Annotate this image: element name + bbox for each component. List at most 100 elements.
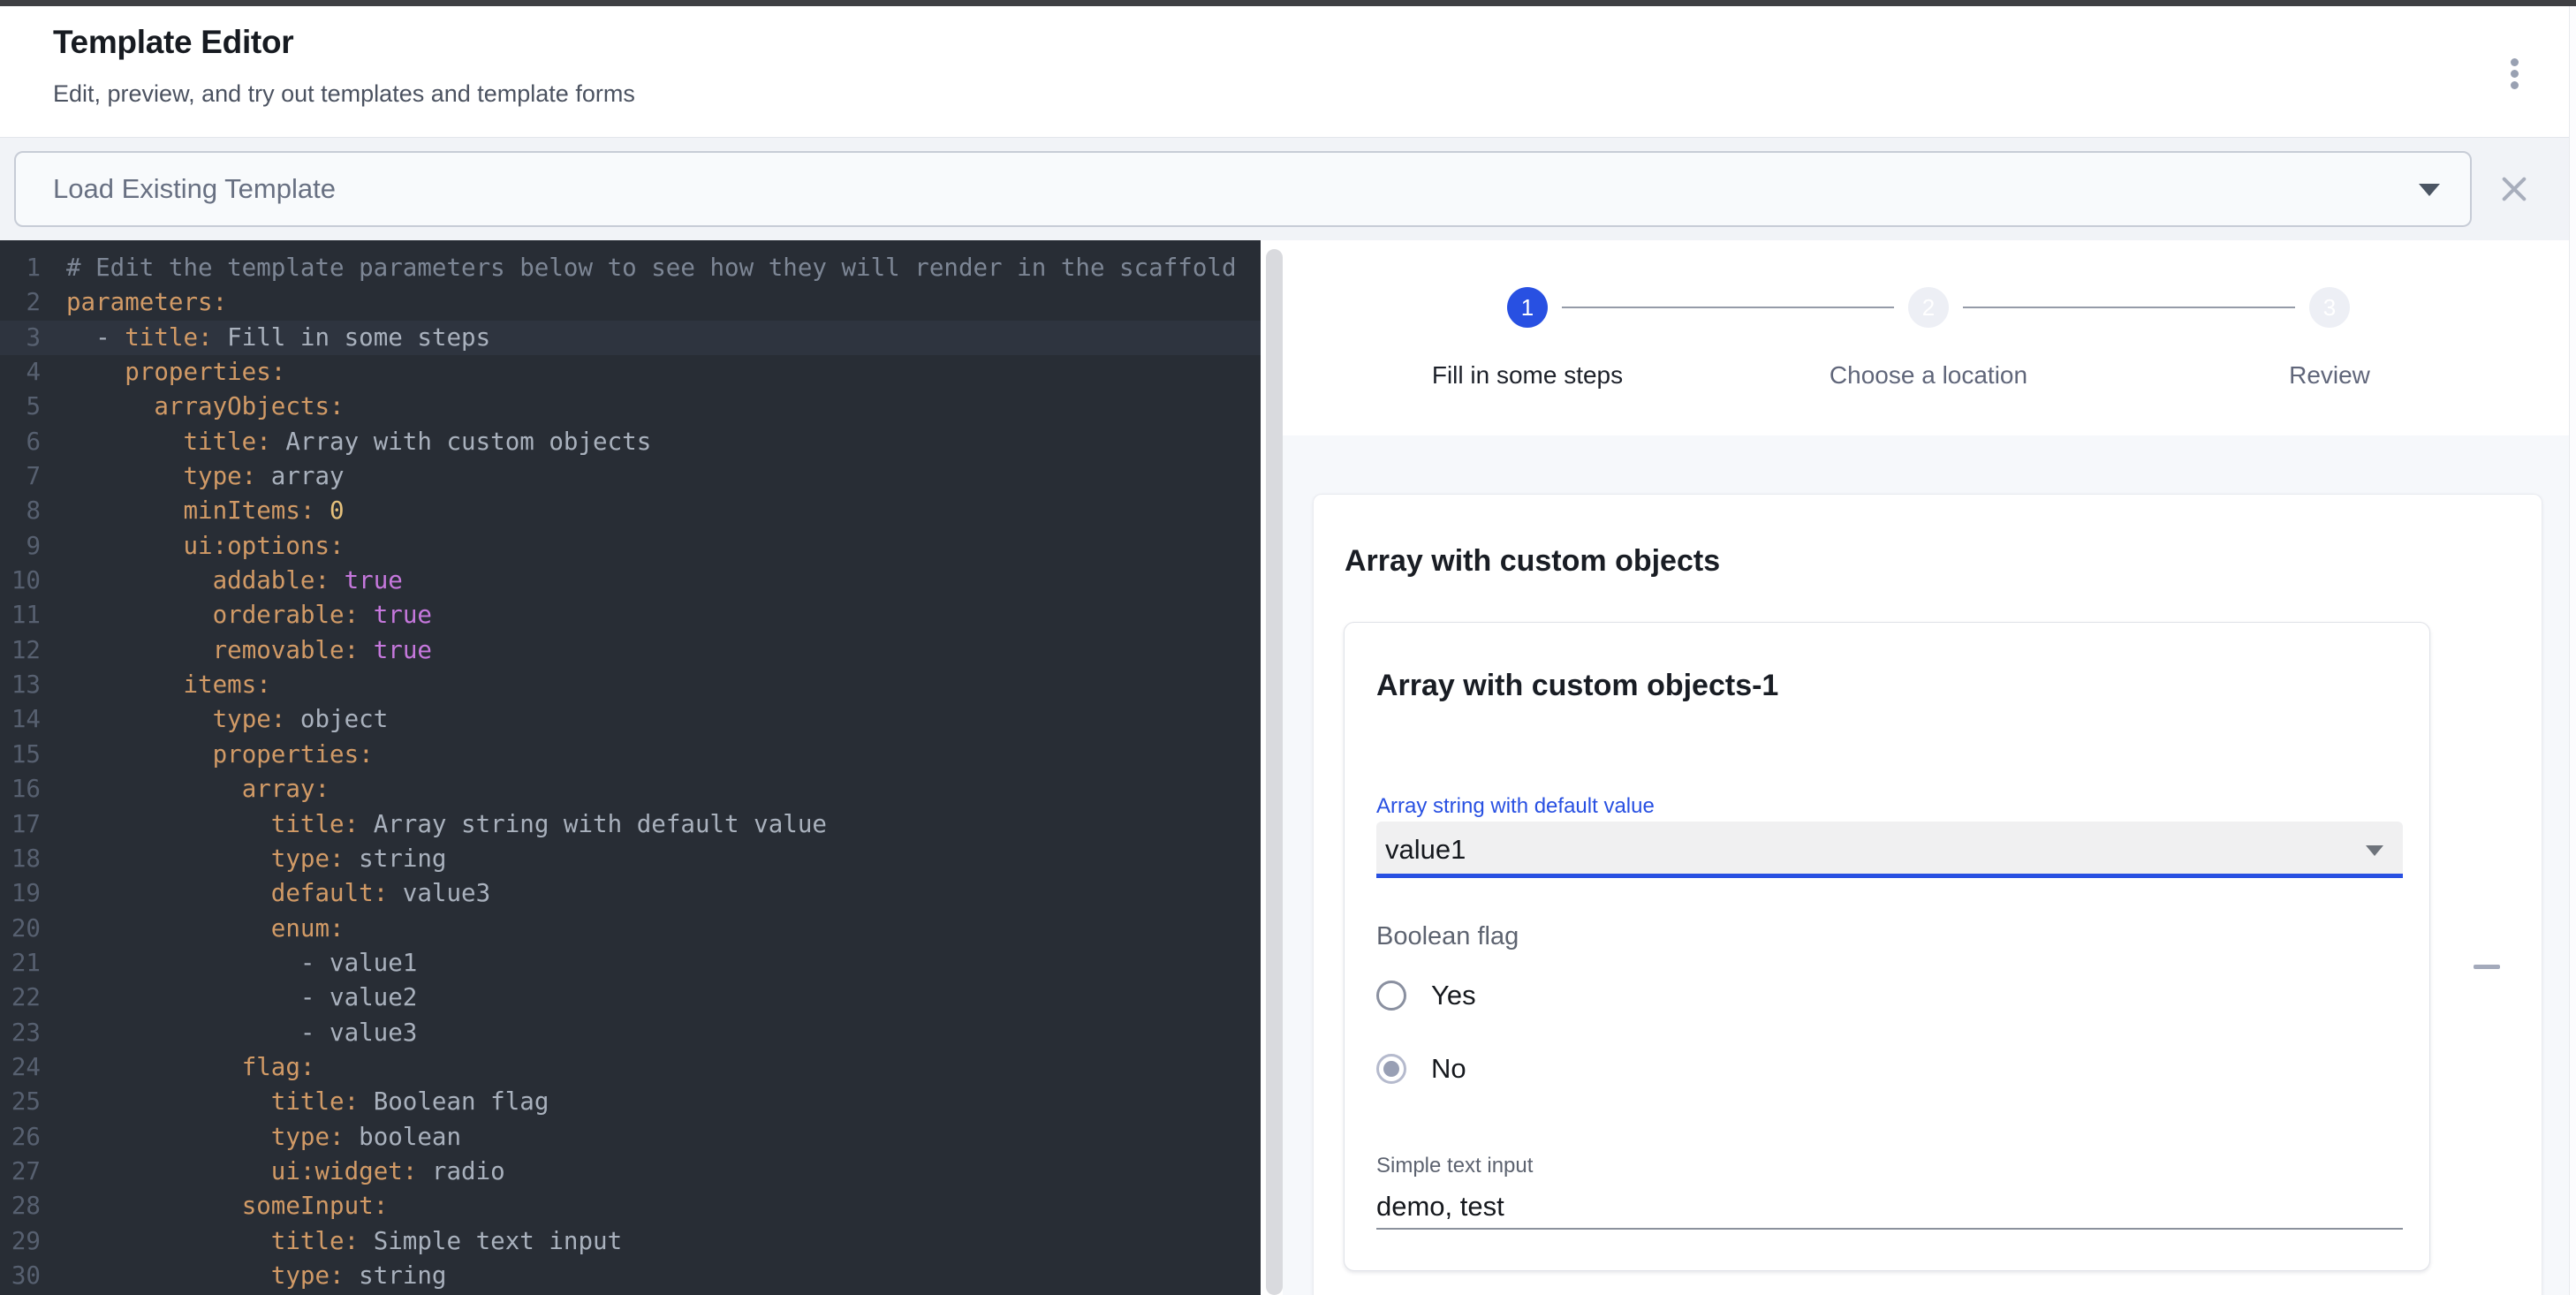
code-line[interactable]: 3 - title: Fill in some steps	[0, 321, 1261, 355]
form-preview-area: Array with custom objects Array with cus…	[1283, 435, 2576, 1295]
simple-text-input[interactable]: demo, test	[1376, 1189, 2403, 1230]
select-field-label: Array string with default value	[1376, 794, 1655, 819]
load-template-bar: Load Existing Template	[0, 137, 2576, 240]
code-line[interactable]: 18 type: string	[0, 842, 1261, 876]
code-line[interactable]: 24 flag:	[0, 1050, 1261, 1085]
code-line[interactable]: 6 title: Array with custom objects	[0, 425, 1261, 459]
step-2-label: Choose a location	[1752, 361, 2105, 390]
line-number: 11	[0, 598, 41, 632]
code-text: orderable: true	[66, 598, 432, 632]
line-number: 1	[0, 251, 41, 285]
editor-lines: 1# Edit the template parameters below to…	[0, 251, 1261, 1293]
code-line[interactable]: 8 minItems: 0	[0, 494, 1261, 528]
line-number: 9	[0, 529, 41, 564]
load-existing-template-select[interactable]: Load Existing Template	[14, 151, 2472, 227]
code-line[interactable]: 11 orderable: true	[0, 598, 1261, 632]
line-number: 22	[0, 981, 41, 1015]
text-field-label: Simple text input	[1376, 1154, 1533, 1178]
code-line[interactable]: 4 properties:	[0, 355, 1261, 390]
step-1-indicator[interactable]: 1	[1507, 287, 1548, 328]
line-number: 27	[0, 1155, 41, 1189]
array-string-select-value: value1	[1385, 822, 1466, 878]
line-number: 5	[0, 390, 41, 424]
code-line[interactable]: 13 items:	[0, 668, 1261, 702]
radio-group-label: Boolean flag	[1376, 922, 1519, 951]
line-number: 17	[0, 807, 41, 842]
array-string-select[interactable]: value1	[1376, 822, 2403, 878]
code-text: - value1	[66, 946, 417, 981]
line-number: 4	[0, 355, 41, 390]
code-line[interactable]: 2 parameters:	[0, 285, 1261, 320]
code-text: items:	[66, 668, 271, 702]
code-line[interactable]: 27 ui:widget: radio	[0, 1155, 1261, 1189]
line-number: 21	[0, 946, 41, 981]
step-3-indicator[interactable]: 3	[2309, 287, 2350, 328]
code-editor[interactable]: 1# Edit the template parameters below to…	[0, 240, 1261, 1295]
code-text: minItems: 0	[66, 494, 345, 528]
radio-option-no[interactable]: No	[1376, 1054, 1466, 1084]
code-line[interactable]: 14 type: object	[0, 702, 1261, 737]
code-line[interactable]: 29 title: Simple text input	[0, 1224, 1261, 1259]
step-1-label: Fill in some steps	[1351, 361, 1704, 390]
radio-option-label: Yes	[1431, 980, 1476, 1011]
step-connector	[1562, 307, 1894, 308]
code-line[interactable]: 30 type: string	[0, 1259, 1261, 1293]
line-number: 19	[0, 876, 41, 911]
code-line[interactable]: 23 - value3	[0, 1016, 1261, 1050]
code-line[interactable]: 1# Edit the template parameters below to…	[0, 251, 1261, 285]
code-text: someInput:	[66, 1189, 388, 1223]
line-number: 15	[0, 738, 41, 772]
code-text: title: Boolean flag	[66, 1085, 549, 1119]
array-section-title: Array with custom objects	[1345, 544, 1720, 579]
code-line[interactable]: 19 default: value3	[0, 876, 1261, 911]
code-text: - value2	[66, 981, 417, 1015]
code-line[interactable]: 17 title: Array string with default valu…	[0, 807, 1261, 842]
code-line[interactable]: 16 array:	[0, 772, 1261, 807]
radio-unchecked-icon	[1376, 981, 1406, 1011]
line-number: 25	[0, 1085, 41, 1119]
step-connector	[1963, 307, 2295, 308]
code-text: removable: true	[66, 633, 432, 668]
code-text: - value3	[66, 1016, 417, 1050]
split-view: 1# Edit the template parameters below to…	[0, 240, 2576, 1295]
page-scrollbar[interactable]	[2569, 6, 2576, 1295]
line-number: 12	[0, 633, 41, 668]
step-2-indicator[interactable]: 2	[1908, 287, 1949, 328]
code-text: type: string	[66, 1259, 447, 1293]
page-title: Template Editor	[53, 24, 293, 61]
code-line[interactable]: 28 someInput:	[0, 1189, 1261, 1223]
line-number: 16	[0, 772, 41, 807]
minus-icon	[2474, 965, 2500, 969]
line-number: 28	[0, 1189, 41, 1223]
code-text: properties:	[66, 738, 374, 772]
code-line[interactable]: 26 type: boolean	[0, 1120, 1261, 1155]
line-number: 30	[0, 1259, 41, 1293]
code-text: type: array	[66, 459, 345, 494]
code-line[interactable]: 5 arrayObjects:	[0, 390, 1261, 424]
window-top-edge	[0, 0, 2576, 6]
code-line[interactable]: 9 ui:options:	[0, 529, 1261, 564]
code-line[interactable]: 22 - value2	[0, 981, 1261, 1015]
code-text: parameters:	[66, 285, 227, 320]
code-line[interactable]: 10 addable: true	[0, 564, 1261, 598]
pane-resize-handle[interactable]	[1266, 249, 1283, 1295]
line-number: 10	[0, 564, 41, 598]
code-line[interactable]: 21 - value1	[0, 946, 1261, 981]
code-line[interactable]: 20 enum:	[0, 912, 1261, 946]
array-item-title: Array with custom objects-1	[1376, 669, 1778, 703]
code-line[interactable]: 15 properties:	[0, 738, 1261, 772]
radio-option-yes[interactable]: Yes	[1376, 981, 1476, 1011]
code-line[interactable]: 7 type: array	[0, 459, 1261, 494]
code-text: title: Array with custom objects	[66, 425, 651, 459]
code-line[interactable]: 25 title: Boolean flag	[0, 1085, 1261, 1119]
line-number: 2	[0, 285, 41, 320]
code-line[interactable]: 12 removable: true	[0, 633, 1261, 668]
line-number: 23	[0, 1016, 41, 1050]
more-options-button[interactable]	[2493, 50, 2535, 96]
remove-item-button[interactable]	[2462, 942, 2512, 991]
code-text: flag:	[66, 1050, 314, 1085]
line-number: 3	[0, 321, 41, 355]
close-icon	[2500, 175, 2528, 203]
kebab-menu-icon	[2511, 58, 2519, 66]
close-button[interactable]	[2489, 164, 2539, 214]
